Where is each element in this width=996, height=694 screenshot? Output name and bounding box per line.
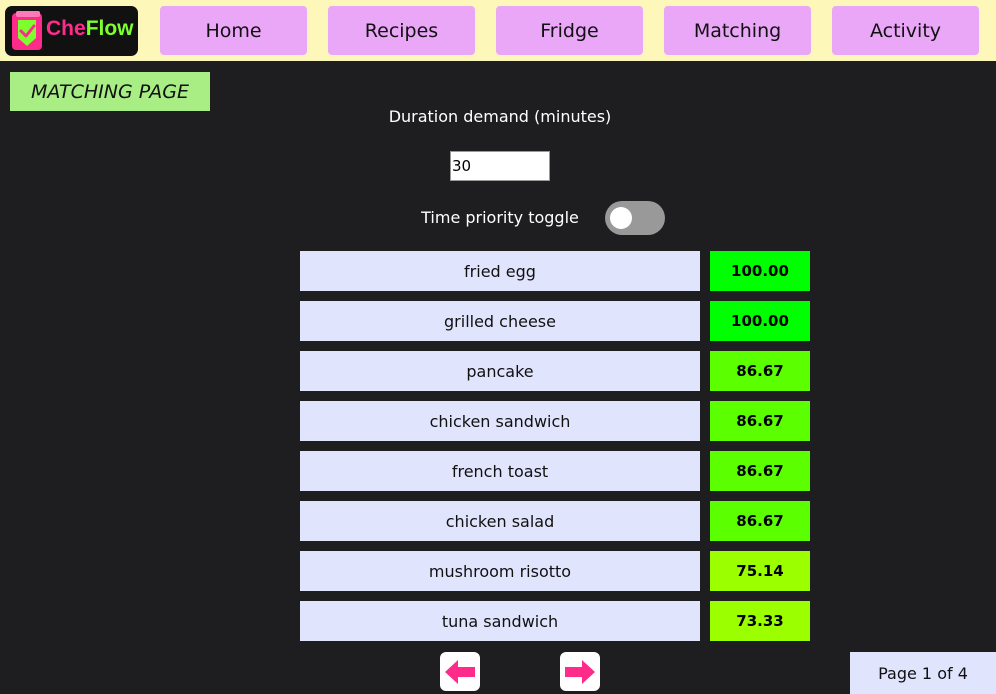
match-score-cell: 86.67 xyxy=(710,451,810,491)
match-score-cell: 86.67 xyxy=(710,351,810,391)
recipe-name-cell[interactable]: grilled cheese xyxy=(300,301,700,341)
next-page-button[interactable] xyxy=(560,652,600,691)
arrow-right-icon xyxy=(565,659,595,684)
page-indicator: Page 1 of 4 xyxy=(850,652,996,694)
nav-home-button[interactable]: Home xyxy=(160,6,307,55)
recipe-name-cell[interactable]: mushroom risotto xyxy=(300,551,700,591)
recipe-name-cell[interactable]: french toast xyxy=(300,451,700,491)
toggle-knob xyxy=(610,207,632,229)
match-score-cell: 86.67 xyxy=(710,401,810,441)
match-score-cell: 100.00 xyxy=(710,251,810,291)
recipe-name-cell[interactable]: tuna sandwich xyxy=(300,601,700,641)
recipe-book-icon xyxy=(12,11,42,50)
recipe-name-cell[interactable]: pancake xyxy=(300,351,700,391)
match-score-cell: 75.14 xyxy=(710,551,810,591)
nav-activity-button[interactable]: Activity xyxy=(832,6,979,55)
recipe-name-cell[interactable]: fried egg xyxy=(300,251,700,291)
arrow-left-icon xyxy=(445,659,475,684)
duration-input[interactable] xyxy=(450,151,550,181)
nav-fridge-button[interactable]: Fridge xyxy=(496,6,643,55)
time-priority-toggle[interactable] xyxy=(605,201,665,235)
previous-page-button[interactable] xyxy=(440,652,480,691)
page-title: MATCHING PAGE xyxy=(10,72,210,111)
match-score-cell: 86.67 xyxy=(710,501,810,541)
match-score-cell: 73.33 xyxy=(710,601,810,641)
recipe-name-cell[interactable]: chicken sandwich xyxy=(300,401,700,441)
nav-matching-button[interactable]: Matching xyxy=(664,6,811,55)
top-nav-bar: CheFlow Home Recipes Fridge Matching Act… xyxy=(0,0,996,61)
nav-recipes-button[interactable]: Recipes xyxy=(328,6,475,55)
time-priority-label: Time priority toggle xyxy=(421,208,579,227)
cheflow-logo[interactable]: CheFlow xyxy=(5,6,138,56)
match-score-cell: 100.00 xyxy=(710,301,810,341)
recipe-name-cell[interactable]: chicken salad xyxy=(300,501,700,541)
logo-text: CheFlow xyxy=(46,17,134,40)
duration-label: Duration demand (minutes) xyxy=(388,107,612,126)
